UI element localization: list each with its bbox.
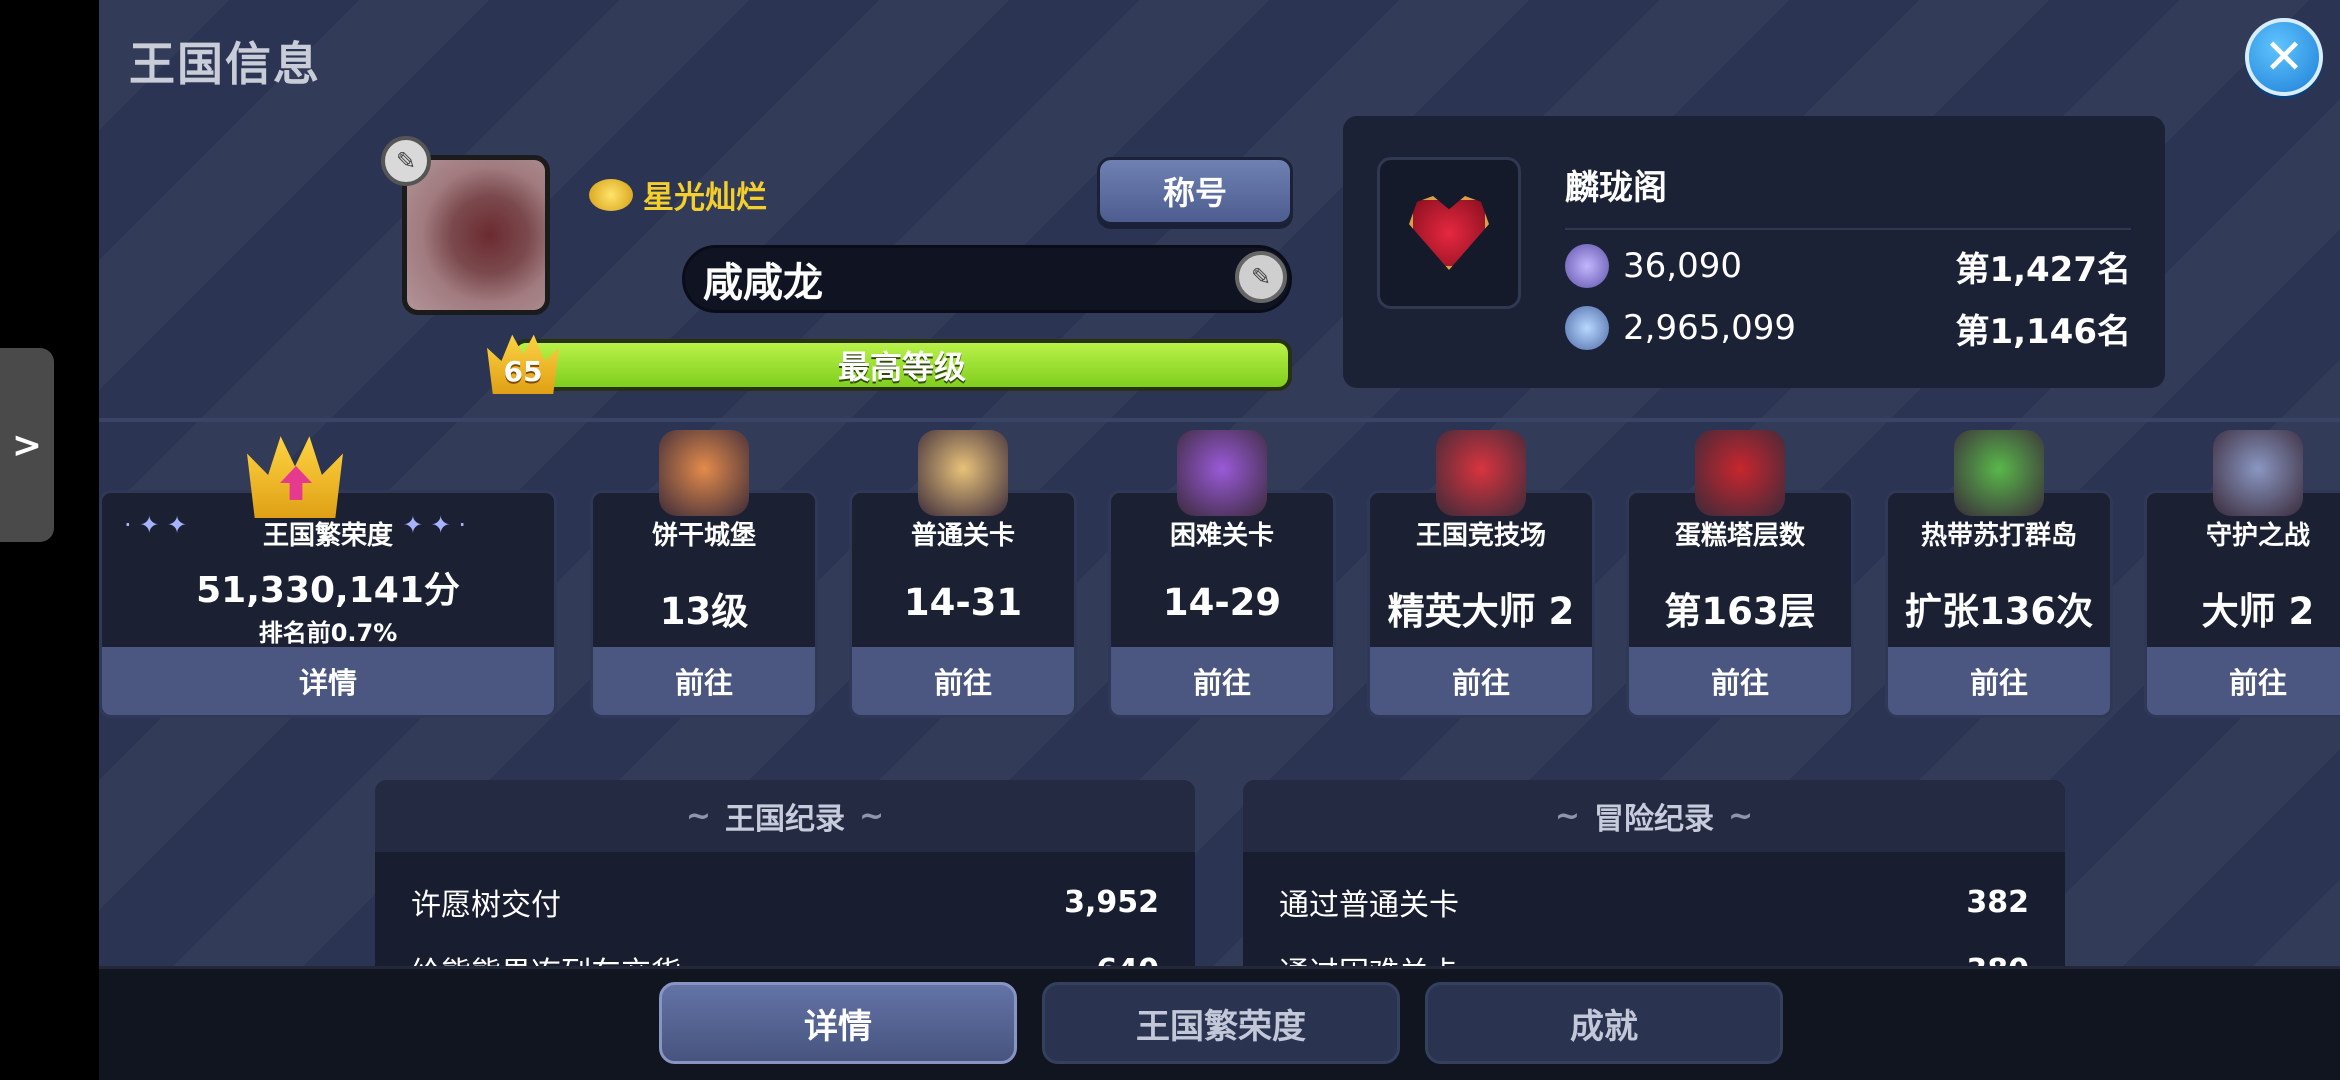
stat-card: 热带苏打群岛扩张136次前往 xyxy=(1885,490,2113,718)
stat-card-label: 热带苏打群岛 xyxy=(1920,521,2077,551)
pencil-icon: ✎ xyxy=(1250,263,1272,291)
stat-card: 困难关卡 14-29 前往 xyxy=(1108,490,1336,718)
goto-button[interactable]: 前往 xyxy=(852,647,1074,715)
hard-map-icon xyxy=(1177,430,1267,516)
guild-stat-value: 36,090 xyxy=(1623,246,1742,286)
stat-card-value: 14-29 xyxy=(1162,581,1282,624)
guild-stat-rank: 第1,427名 xyxy=(1955,249,2131,290)
record-row: 许愿树交付 3,952 xyxy=(411,878,1159,926)
guild-trophy-icon xyxy=(1565,244,1609,288)
map-icon xyxy=(918,430,1008,516)
dragon-avatar-image xyxy=(407,160,545,310)
chevron-right-icon: > xyxy=(11,424,43,466)
swirl-ornament-icon: ~ xyxy=(1728,798,1754,834)
avatar-edit-button[interactable]: ✎ xyxy=(381,136,431,186)
rank-title-badge: 星光灿烂 xyxy=(589,172,767,217)
guild-name: 麟珑阁 xyxy=(1565,168,1667,208)
swirl-ornament-icon: ~ xyxy=(685,798,711,834)
arena-icon xyxy=(1436,430,1526,516)
goto-button[interactable]: 前往 xyxy=(1111,647,1333,715)
tab-details[interactable]: 详情 xyxy=(659,982,1017,1064)
record-value: 3,952 xyxy=(1064,884,1159,920)
side-drawer-handle[interactable]: > xyxy=(0,348,54,542)
guardian-icon xyxy=(2213,430,2303,516)
swirl-ornament-icon: ~ xyxy=(1554,798,1580,834)
guild-stat-rank: 第1,146名 xyxy=(1955,311,2131,352)
stat-card: 饼干城堡 13级前往 xyxy=(590,490,818,718)
stat-card-label: 普通关卡 xyxy=(910,521,1015,551)
avatar[interactable] xyxy=(402,155,550,315)
castle-icon xyxy=(659,430,749,516)
stat-card: 蛋糕塔层数第163层前往 xyxy=(1626,490,1854,718)
stat-card-label: 蛋糕塔层数 xyxy=(1674,521,1805,551)
heart-emblem-icon xyxy=(1409,196,1489,270)
stat-card: 王国竞技场精英大师 2 前往 xyxy=(1367,490,1595,718)
prosperity-card: · ✦ ✦ 王国繁荣度 ✦ ✦ · 51,330,141分 排名前0.7% 详情 xyxy=(99,490,557,718)
tropical-island-icon xyxy=(1954,430,2044,516)
goto-button[interactable]: 前往 xyxy=(2147,647,2340,715)
guild-emblem[interactable] xyxy=(1377,157,1521,309)
goto-button[interactable]: 前往 xyxy=(1888,647,2110,715)
stat-card-value: 14-31 xyxy=(903,581,1023,624)
adventure-record-title: 冒险纪录 xyxy=(1594,802,1714,837)
stat-card-label: 饼干城堡 xyxy=(651,521,756,551)
panel-header: ~ 王国纪录 ~ xyxy=(375,780,1195,852)
page-title: 王国信息 xyxy=(129,37,321,91)
guild-shield-icon xyxy=(1565,306,1609,350)
prosperity-details-button[interactable]: 详情 xyxy=(102,647,554,715)
tab-achievements[interactable]: 成就 xyxy=(1425,982,1783,1064)
section-divider xyxy=(99,418,2340,422)
record-value: 382 xyxy=(1966,884,2029,920)
name-edit-button[interactable]: ✎ xyxy=(1235,251,1287,303)
player-name-field: 咸咸龙 xyxy=(682,245,1292,313)
guild-stat-row: 36,090 第1,427名 xyxy=(1565,242,2131,290)
cake-tower-icon xyxy=(1695,430,1785,516)
record-row: 通过普通关卡 382 xyxy=(1279,878,2029,926)
stat-card-label: 王国竞技场 xyxy=(1415,521,1546,551)
stat-card-value: 第163层 xyxy=(1664,590,1816,633)
guild-stat-row: 2,965,099 第1,146名 xyxy=(1565,304,2131,352)
stat-card-label: 困难关卡 xyxy=(1169,521,1274,551)
panel-header: ~ 冒险纪录 ~ xyxy=(1243,780,2065,852)
stat-card-label: 守护之战 xyxy=(2205,521,2310,551)
goto-button[interactable]: 前往 xyxy=(1629,647,1851,715)
close-icon: ✕ xyxy=(2263,29,2305,85)
stat-card-value: 扩张136次 xyxy=(1904,590,2094,633)
stat-card: 守护之战大师 2 前往 xyxy=(2144,490,2340,718)
sparkle-icon: ✦ ✦ · xyxy=(402,511,466,539)
level-crown-badge: 65 xyxy=(487,334,559,394)
rank-title-text: 星光灿烂 xyxy=(643,180,767,216)
guild-divider xyxy=(1565,228,2131,230)
goto-button[interactable]: 前往 xyxy=(1370,647,1592,715)
kingdom-info-screen: 王国信息 ✕ ✎ 星光灿烂 称号 咸咸龙 ✎ 最高等级 65 麟珑阁 36,09… xyxy=(99,0,2340,1080)
prosperity-rank: 排名前0.7% xyxy=(258,619,398,647)
record-label: 通过普通关卡 xyxy=(1279,888,1459,923)
tab-prosperity[interactable]: 王国繁荣度 xyxy=(1042,982,1400,1064)
pencil-icon: ✎ xyxy=(395,147,417,175)
stat-card-value: 13级 xyxy=(659,590,749,633)
goto-button[interactable]: 前往 xyxy=(593,647,815,715)
prosperity-label: 王国繁荣度 xyxy=(262,521,393,551)
prosperity-score: 51,330,141分 xyxy=(196,570,460,611)
stat-card-value: 精英大师 2 xyxy=(1387,590,1575,633)
cloud-badge-icon xyxy=(589,178,633,211)
stat-card-value: 大师 2 xyxy=(2201,590,2315,633)
close-button[interactable]: ✕ xyxy=(2245,18,2323,96)
title-button[interactable]: 称号 xyxy=(1097,157,1293,225)
guild-stat-value: 2,965,099 xyxy=(1623,308,1797,348)
stat-card: 普通关卡 14-31 前往 xyxy=(849,490,1077,718)
record-label: 许愿树交付 xyxy=(411,888,561,923)
swirl-ornament-icon: ~ xyxy=(859,798,885,834)
level-progress-bar: 最高等级 xyxy=(512,339,1292,391)
player-name: 咸咸龙 xyxy=(703,260,823,306)
kingdom-record-title: 王国纪录 xyxy=(725,802,845,837)
